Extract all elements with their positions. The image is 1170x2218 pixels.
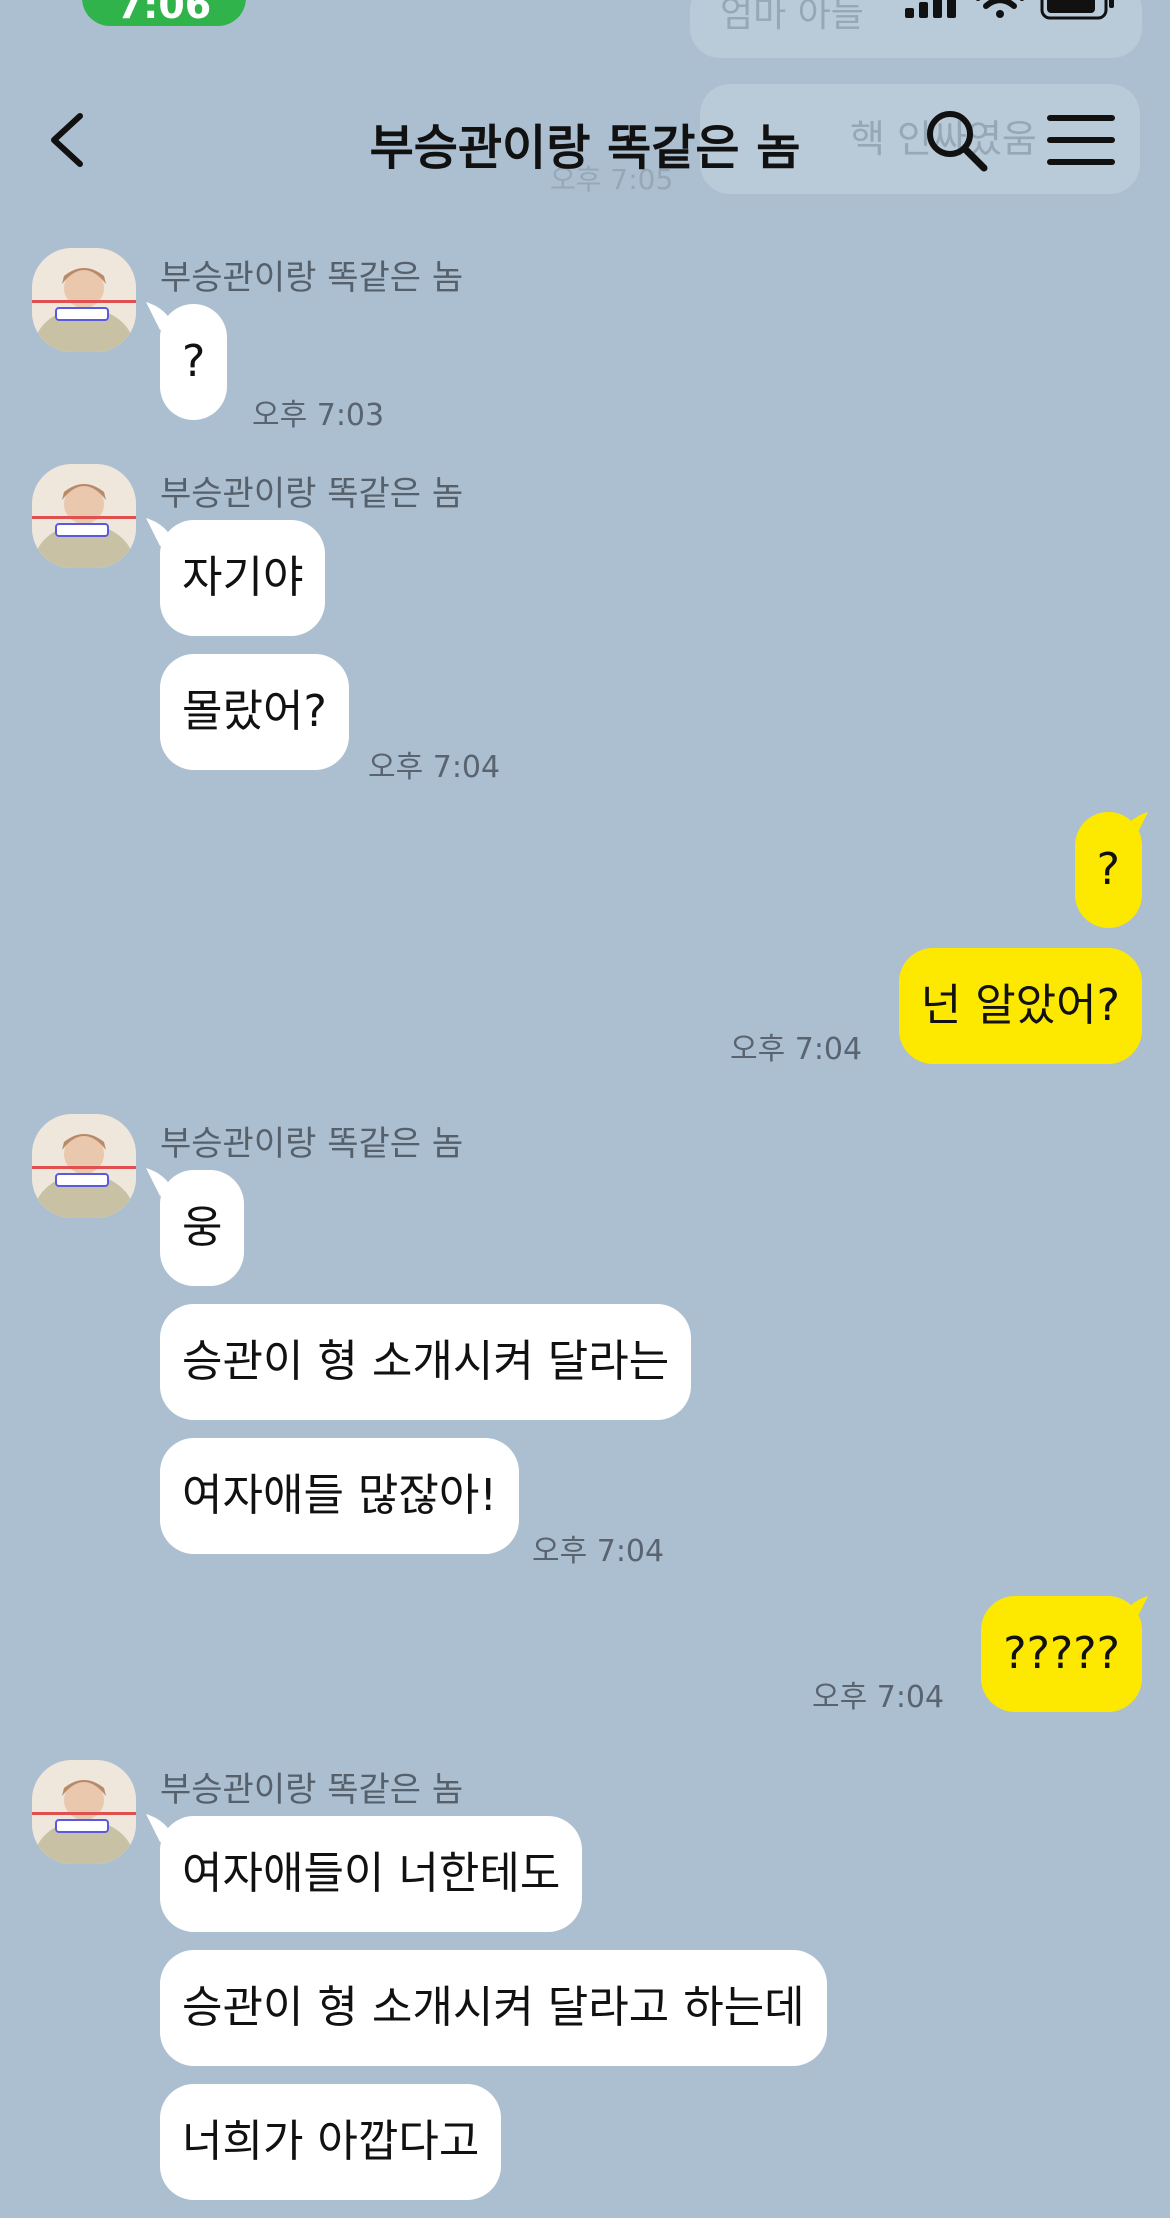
chat-title: 부승관이랑 똑같은 놈 <box>369 120 801 176</box>
message-time: 오후 7:04 <box>532 1534 665 1569</box>
avatar[interactable] <box>32 1760 136 1864</box>
avatar-image <box>32 248 136 352</box>
signal-icon <box>905 0 956 18</box>
message-bubble[interactable]: 여자애들 많잖아! <box>160 1438 519 1554</box>
message-bubble[interactable]: 승관이 형 소개시켜 달라고 하는데 <box>160 1950 827 2066</box>
wifi-icon <box>975 0 1025 18</box>
message-bubble[interactable]: 넌 알았어? <box>898 948 1142 1064</box>
status-time: 7:06 <box>82 0 246 27</box>
avatar[interactable] <box>32 248 136 352</box>
battery-icon <box>1040 0 1114 20</box>
status-bar: 7:06 엄마 아들 <box>0 0 1170 58</box>
message-time: 오후 7:03 <box>252 398 385 433</box>
sender-name: 부승관이랑 똑같은 놈 <box>160 258 464 298</box>
message-bubble[interactable]: ? <box>1074 812 1142 928</box>
message-bubble[interactable]: 웅 <box>160 1170 245 1286</box>
avatar-image <box>32 1760 136 1864</box>
avatar-image <box>32 464 136 568</box>
message-bubble[interactable]: 너희가 아깝다고 <box>160 2084 502 2200</box>
hamburger-menu-icon[interactable] <box>1046 112 1116 168</box>
message-time: 오후 7:04 <box>812 1680 945 1715</box>
sender-name: 부승관이랑 똑같은 놈 <box>160 474 464 514</box>
sender-name: 부승관이랑 똑같은 놈 <box>160 1770 464 1810</box>
search-icon[interactable] <box>922 106 990 174</box>
chat-header: 부승관이랑 똑같은 놈 <box>0 90 1170 190</box>
sender-name: 부승관이랑 똑같은 놈 <box>160 1124 464 1164</box>
message-bubble[interactable]: 몰랐어? <box>160 654 349 770</box>
message-time: 오후 7:04 <box>368 750 501 785</box>
message-bubble[interactable]: 승관이 형 소개시켜 달라는 <box>160 1304 692 1420</box>
message-bubble[interactable]: 자기야 <box>160 520 326 636</box>
avatar[interactable] <box>32 464 136 568</box>
message-bubble[interactable]: ????? <box>981 1596 1142 1712</box>
message-bubble[interactable]: ? <box>160 304 228 420</box>
status-icons <box>905 0 1114 20</box>
message-bubble[interactable]: 여자애들이 너한테도 <box>160 1816 583 1932</box>
message-time: 오후 7:04 <box>730 1032 863 1067</box>
avatar[interactable] <box>32 1114 136 1218</box>
avatar-image <box>32 1114 136 1218</box>
